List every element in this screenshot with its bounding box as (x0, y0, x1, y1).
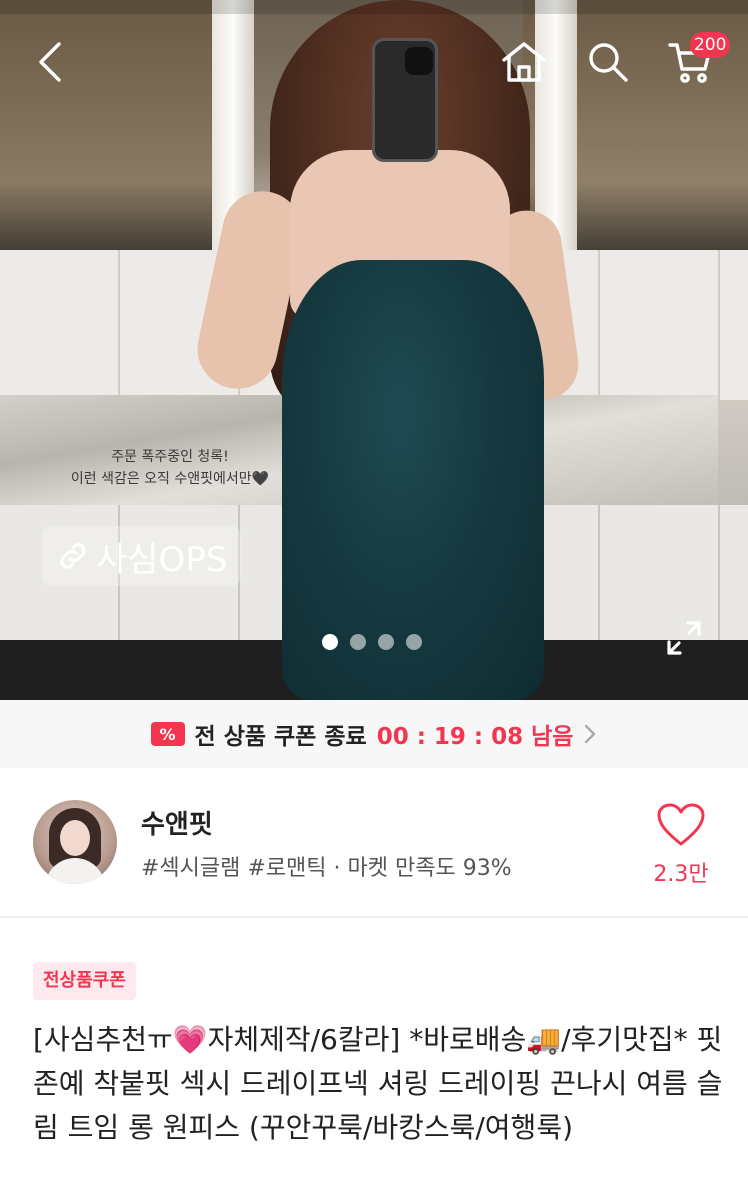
status-bar (0, 0, 748, 14)
expand-icon[interactable] (664, 618, 704, 658)
chevron-right-icon (585, 724, 596, 744)
avatar-face (60, 820, 90, 856)
search-icon (589, 43, 628, 82)
carousel-dot[interactable] (406, 634, 422, 650)
carousel-indicator (322, 634, 422, 650)
hero-caption-line: 주문 폭주중인 청록! (111, 449, 229, 465)
hero-badge-label: 사심OPS (96, 539, 228, 580)
coupon-icon: % (150, 722, 185, 746)
model-phone (372, 38, 438, 162)
like-count: 2.3만 (653, 862, 709, 887)
product-title: [사심추천ㅠ💗자체제작/6칼라] *바로배송🚚/후기맛집* 핏 존예 착붙핏 섹… (33, 1023, 723, 1144)
coupon-text: 전 상품 쿠폰 종료 (194, 724, 367, 750)
coupon-timer: 00 : 19 : 08 남음 (376, 724, 574, 750)
cart-count-badge: 200 (690, 32, 731, 58)
hero-caption-line: 이런 색감은 오직 수앤핏에서만🖤 (70, 471, 270, 487)
carousel-dot[interactable] (378, 634, 394, 650)
hero-caption: 주문 폭주중인 청록! 이런 색감은 오직 수앤핏에서만🖤 (20, 446, 320, 490)
shop-avatar[interactable] (33, 800, 117, 884)
phone-camera (405, 47, 433, 75)
home-button[interactable] (496, 32, 552, 92)
home-icon (502, 42, 546, 82)
shop-name[interactable]: 수앤핏 (141, 804, 213, 841)
shop-tags: #섹시글램 #로맨틱 · 마켓 만족도 93% (141, 856, 512, 881)
link-icon (60, 543, 86, 569)
hero-link-badge[interactable]: 사심OPS (42, 526, 242, 586)
back-button[interactable] (22, 32, 78, 92)
product-image-carousel[interactable]: 주문 폭주중인 청록! 이런 색감은 오직 수앤핏에서만🖤 사심OPS (0, 0, 748, 700)
heart-icon[interactable] (656, 802, 706, 848)
chevron-left-icon (39, 42, 61, 82)
carousel-dot[interactable] (322, 634, 338, 650)
search-button[interactable] (580, 32, 636, 92)
coupon-countdown-bar[interactable]: % 전 상품 쿠폰 종료 00 : 19 : 08 남음 (0, 700, 748, 768)
shop-info: 수앤핏 #섹시글램 #로맨틱 · 마켓 만족도 93% 2.3만 (0, 768, 748, 918)
carousel-dot[interactable] (350, 634, 366, 650)
coupon-tag: 전상품쿠폰 (33, 962, 136, 1000)
